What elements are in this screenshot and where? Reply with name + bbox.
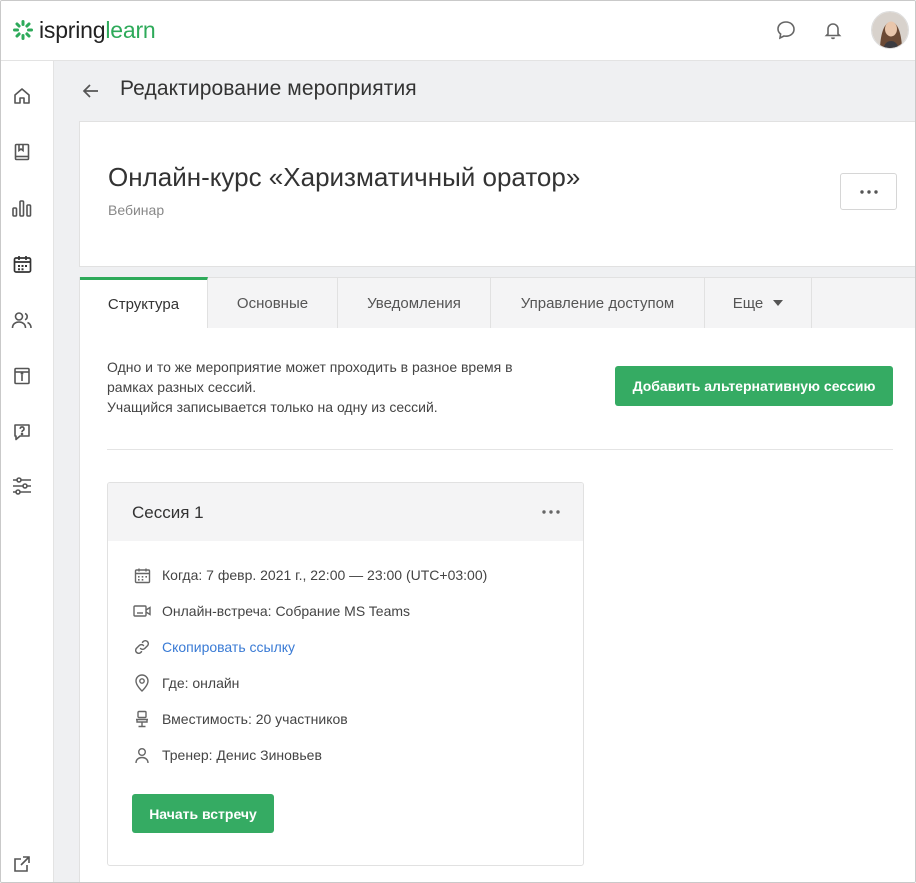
more-dots-icon	[542, 510, 560, 514]
video-camera-icon	[132, 601, 152, 621]
tab-structure[interactable]: Структура	[80, 277, 208, 328]
session-capacity: Вместимость: 20 участников	[132, 708, 348, 730]
logo-text-part2: learn	[105, 16, 156, 43]
page-header: Редактирование мероприятия	[54, 61, 915, 121]
calendar-icon[interactable]	[9, 251, 35, 277]
intro-line: Одно и то же мероприятие может проходить…	[107, 359, 513, 375]
event-type: Вебинар	[108, 202, 165, 218]
location-pin-icon	[132, 673, 152, 693]
tab-label: Уведомления	[367, 294, 461, 312]
logo-icon	[13, 20, 33, 40]
more-dots-icon	[859, 189, 878, 194]
session-copy-link[interactable]: Скопировать ссылку	[132, 636, 295, 658]
tab-bar: Структура Основные Уведомления Управлени…	[79, 277, 915, 328]
session-header: Сессия 1	[108, 483, 583, 541]
chart-icon[interactable]	[9, 195, 35, 221]
event-more-button[interactable]	[840, 173, 897, 210]
bell-icon[interactable]	[820, 17, 846, 43]
settings-sliders-icon[interactable]	[9, 473, 35, 499]
calendar-icon	[132, 565, 152, 585]
question-icon[interactable]	[9, 419, 35, 445]
intro-line: рамках разных сессий.	[107, 379, 257, 395]
link-icon	[132, 637, 152, 657]
event-card: Онлайн-курс «Харизматичный оратор» Вебин…	[79, 121, 915, 267]
session-meeting-text: Онлайн-встреча: Собрание MS Teams	[162, 603, 411, 619]
session-trainer-text: Тренер: Денис Зиновьев	[162, 747, 322, 763]
session-title: Сессия 1	[132, 503, 204, 522]
session-more-button[interactable]	[538, 501, 564, 523]
session-when-text: Когда: 7 февр. 2021 г., 22:00 — 23:00 (U…	[162, 567, 488, 583]
copy-link-button[interactable]: Скопировать ссылку	[162, 639, 295, 655]
chevron-down-icon	[773, 300, 784, 306]
session-when: Когда: 7 февр. 2021 г., 22:00 — 23:00 (U…	[132, 564, 487, 586]
seat-icon	[132, 709, 152, 729]
page-title: Редактирование мероприятия	[120, 77, 417, 100]
tab-notifications[interactable]: Уведомления	[338, 278, 491, 328]
logo[interactable]: ispringlearn	[12, 15, 156, 45]
session-where-text: Где: онлайн	[162, 675, 240, 691]
intro-line: Учащийся записывается только на одну из …	[107, 399, 438, 415]
tab-label: Еще	[732, 294, 764, 312]
sidebar	[1, 61, 54, 882]
session-capacity-text: Вместимость: 20 участников	[162, 711, 348, 727]
event-title: Онлайн-курс «Харизматичный оратор»	[108, 162, 581, 192]
divider	[107, 449, 893, 450]
add-alternative-session-button[interactable]: Добавить альтернативную сессию	[615, 366, 893, 406]
book-icon[interactable]	[9, 139, 35, 165]
tab-label: Основные	[236, 294, 309, 312]
external-link-icon[interactable]	[9, 851, 35, 877]
app-window: ispringlearn Редактирование мероприятия …	[0, 0, 916, 883]
tab-more[interactable]: Еще	[705, 278, 812, 328]
chat-icon[interactable]	[773, 17, 799, 43]
info-icon[interactable]	[9, 363, 35, 389]
top-header: ispringlearn	[1, 1, 915, 61]
users-icon[interactable]	[9, 307, 35, 333]
start-meeting-button[interactable]: Начать встречу	[132, 794, 274, 833]
session-card: Сессия 1 Когда: 7 февр. 2021 г., 22:00 —…	[107, 482, 584, 866]
home-icon[interactable]	[9, 83, 35, 109]
tab-general[interactable]: Основные	[208, 278, 338, 328]
session-trainer: Тренер: Денис Зиновьев	[132, 744, 322, 766]
tab-label: Управление доступом	[520, 294, 675, 312]
logo-text: ispringlearn	[39, 17, 156, 44]
person-icon	[132, 745, 152, 765]
tab-label: Структура	[107, 295, 180, 313]
tab-access-management[interactable]: Управление доступом	[491, 278, 705, 328]
structure-panel: Одно и то же мероприятие может проходить…	[79, 328, 915, 882]
back-arrow-icon[interactable]	[78, 78, 104, 104]
session-meeting: Онлайн-встреча: Собрание MS Teams	[132, 600, 410, 622]
intro-text: Одно и то же мероприятие может проходить…	[107, 357, 577, 417]
user-avatar[interactable]	[871, 11, 909, 49]
session-where: Где: онлайн	[132, 672, 239, 694]
logo-text-part1: ispring	[39, 16, 106, 43]
